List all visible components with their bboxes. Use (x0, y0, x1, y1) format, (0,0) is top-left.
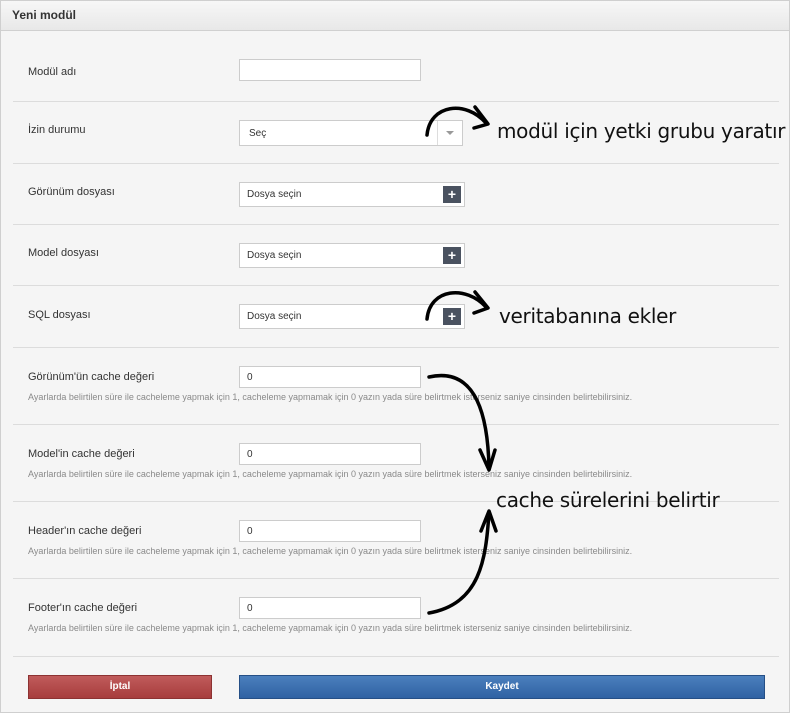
cache-annotation: cache sürelerini belirtir (496, 488, 720, 512)
sql-annotation: veritabanına ekler (499, 304, 677, 328)
permission-annotation: modül için yetki grubu yaratır (497, 119, 786, 143)
annotation-arrows (425, 105, 498, 615)
cache-arrow-lower (427, 510, 491, 615)
permission-arrow-head (472, 105, 490, 130)
